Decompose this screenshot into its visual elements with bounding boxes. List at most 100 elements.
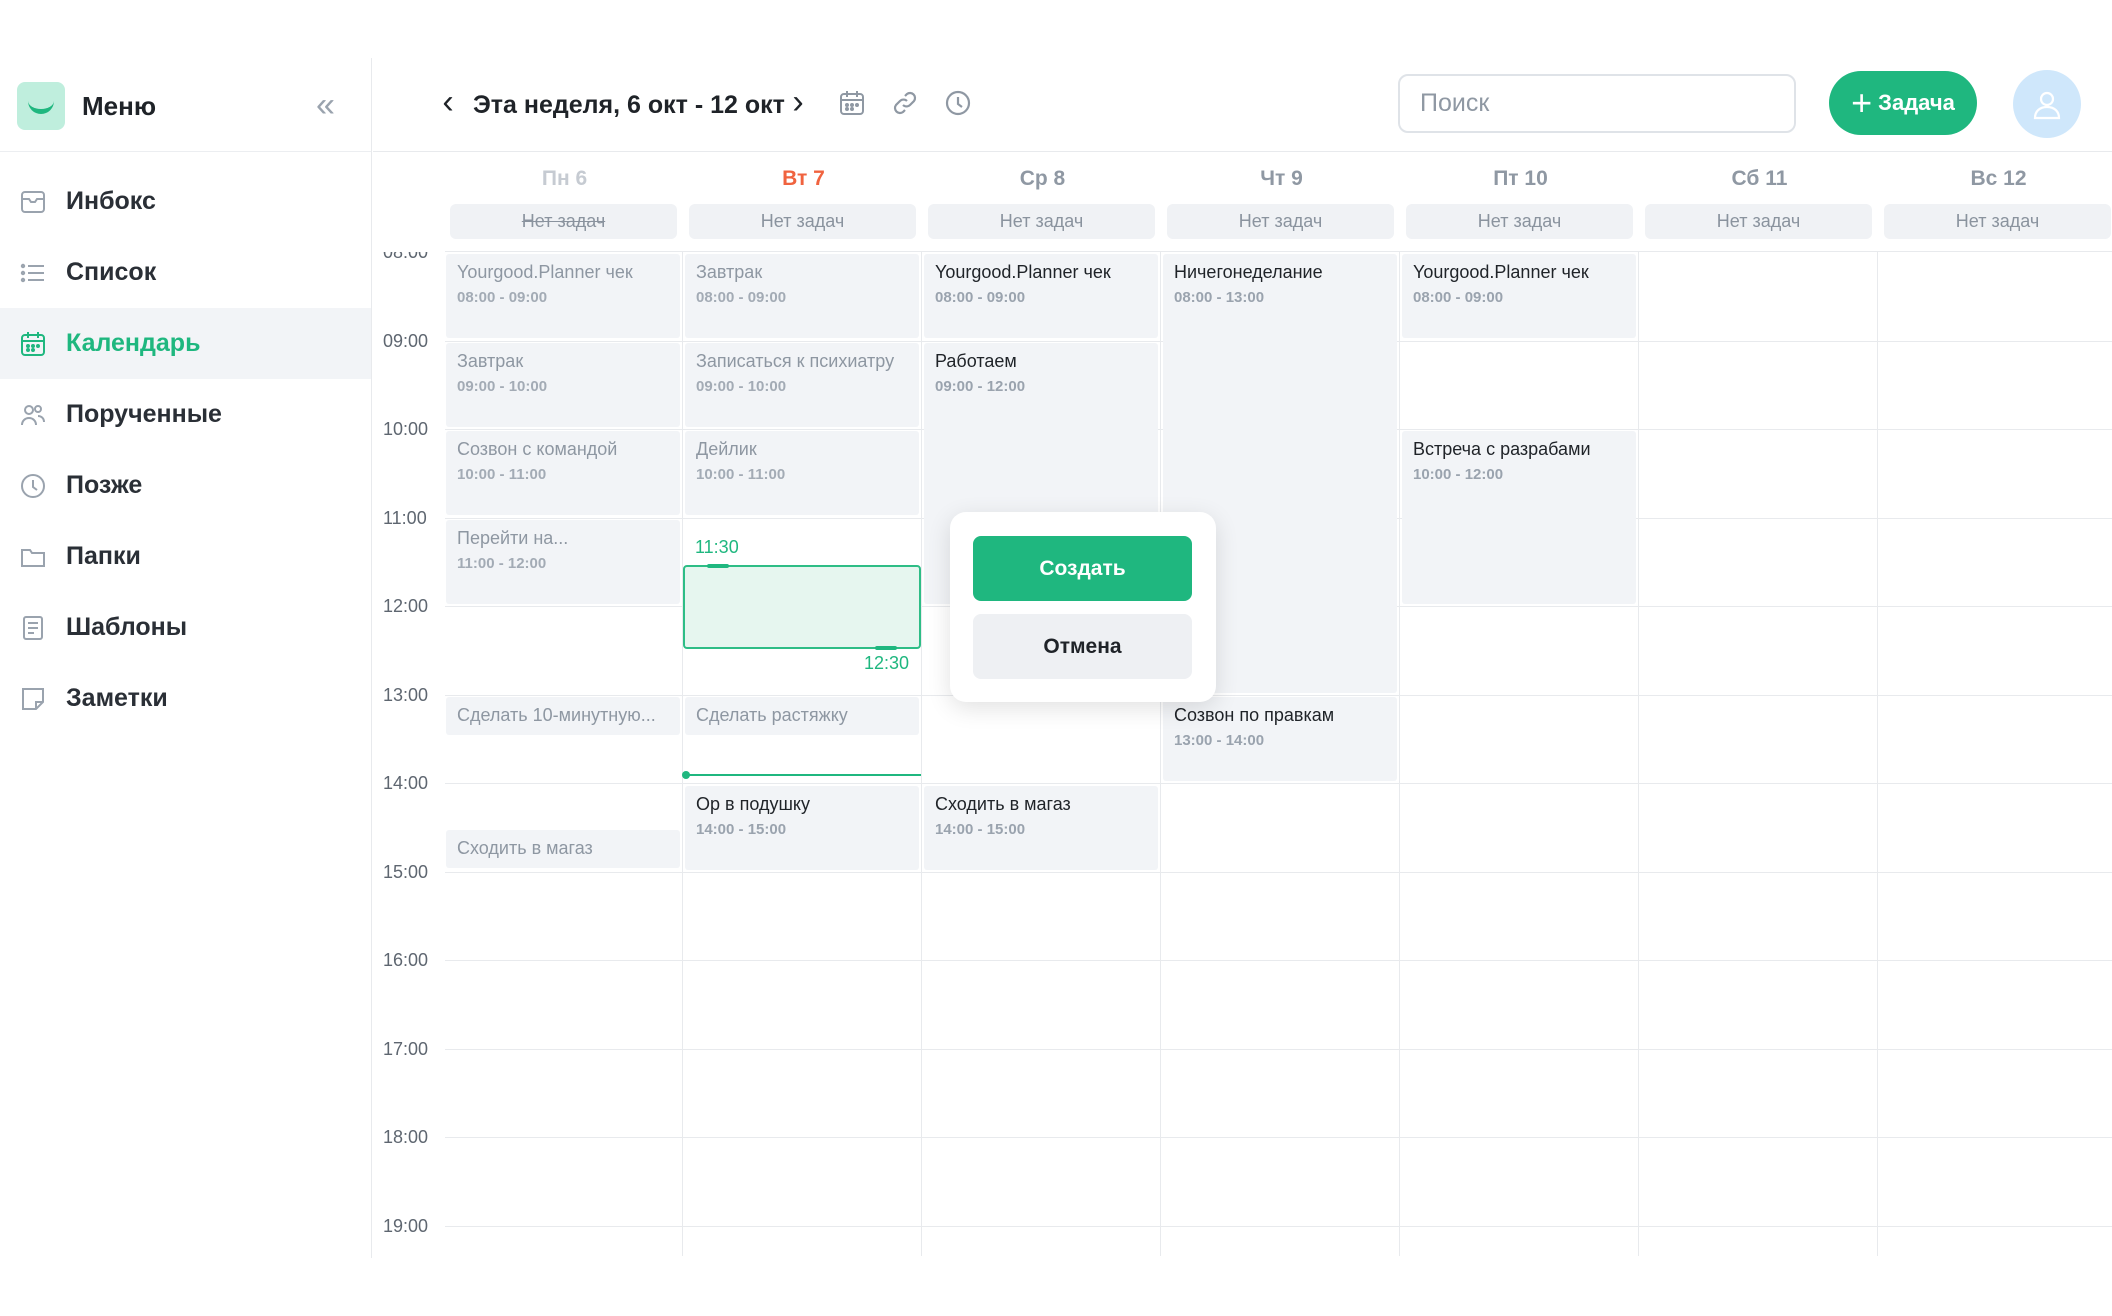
day-name: Пт 10 bbox=[1493, 167, 1548, 190]
sidebar-item-label: Список bbox=[66, 258, 157, 286]
event-card[interactable]: Созвон по правкам 13:00 - 14:00 bbox=[1163, 697, 1397, 781]
calendar-icon bbox=[18, 329, 48, 359]
sidebar-item-label: Заметки bbox=[66, 684, 168, 712]
next-week-chevron-icon[interactable]: › bbox=[783, 84, 813, 124]
event-card[interactable]: Перейти на... 11:00 - 12:00 bbox=[446, 520, 680, 604]
event-card[interactable]: Сделать растяжку bbox=[685, 697, 919, 735]
folder-icon bbox=[18, 542, 48, 572]
sidebar-item-calendar[interactable]: Календарь bbox=[0, 308, 371, 379]
link-icon[interactable] bbox=[888, 86, 922, 120]
hour-line bbox=[445, 695, 2112, 696]
event-title: Созвон по правкам bbox=[1174, 705, 1335, 725]
app-logo bbox=[17, 82, 65, 130]
prev-week-chevron-icon[interactable]: ‹ bbox=[433, 84, 463, 124]
event-card[interactable]: Yourgood.Planner чек 08:00 - 09:00 bbox=[1402, 254, 1636, 338]
clock-icon[interactable] bbox=[941, 86, 975, 120]
new-event-selection[interactable] bbox=[683, 564, 921, 650]
event-card[interactable]: Завтрак 09:00 - 10:00 bbox=[446, 343, 680, 427]
sidebar-nav: Инбокс Список Календарь Порученные Позже bbox=[0, 152, 371, 734]
create-button[interactable]: Создать bbox=[973, 536, 1192, 601]
event-card[interactable]: Записаться к психиатру 09:00 - 10:00 bbox=[685, 343, 919, 427]
event-card[interactable]: Сделать 10-минутную... bbox=[446, 697, 680, 735]
event-title: Перейти на... bbox=[457, 528, 569, 548]
event-card[interactable]: Встреча с разрабами 10:00 - 12:00 bbox=[1402, 431, 1636, 604]
sidebar-item-later[interactable]: Позже bbox=[0, 450, 371, 521]
no-tasks-chip[interactable]: Нет задач bbox=[689, 204, 916, 239]
hour-line bbox=[445, 1137, 2112, 1138]
calendar-icon[interactable] bbox=[835, 86, 869, 120]
event-time: 14:00 - 15:00 bbox=[935, 821, 1026, 838]
add-task-label: Задача bbox=[1878, 90, 1955, 115]
no-tasks-chip[interactable]: Нет задач bbox=[928, 204, 1155, 239]
event-title: Сходить в магаз bbox=[935, 794, 1071, 814]
week-title: Эта неделя, 6 окт - 12 окт bbox=[473, 91, 785, 119]
event-card[interactable]: Yourgood.Planner чек 08:00 - 09:00 bbox=[924, 254, 1158, 338]
sidebar-item-list[interactable]: Список bbox=[0, 237, 371, 308]
sidebar-item-label: Позже bbox=[66, 471, 143, 499]
time-label: 14:00 bbox=[383, 773, 429, 793]
event-card[interactable]: Созвон с командой 10:00 - 11:00 bbox=[446, 431, 680, 515]
note-icon bbox=[18, 684, 48, 714]
event-time: 09:00 - 10:00 bbox=[696, 378, 787, 395]
time-label: 19:00 bbox=[383, 1216, 429, 1236]
event-card[interactable]: Дейлик 10:00 - 11:00 bbox=[685, 431, 919, 515]
day-column-divider bbox=[1638, 252, 1639, 1256]
day-header[interactable]: Вт 7 Нет задач bbox=[684, 152, 923, 252]
event-title: Ор в подушку bbox=[696, 794, 810, 814]
event-time: 08:00 - 09:00 bbox=[457, 289, 548, 306]
document-icon bbox=[18, 613, 48, 643]
hour-line bbox=[445, 1226, 2112, 1227]
no-tasks-chip[interactable]: Нет задач bbox=[450, 204, 677, 239]
event-title: Yourgood.Planner чек bbox=[935, 262, 1111, 282]
day-header[interactable]: Вс 12 Нет задач bbox=[1879, 152, 2112, 252]
top-bar: ‹ Эта неделя, 6 окт - 12 окт › + Задача bbox=[373, 58, 2112, 152]
day-column-divider bbox=[921, 252, 922, 1256]
event-time: 08:00 - 09:00 bbox=[935, 289, 1026, 306]
sidebar-item-label: Инбокс bbox=[66, 187, 156, 215]
sidebar-header: Меню « bbox=[0, 58, 371, 152]
hour-line bbox=[445, 960, 2112, 961]
search-input[interactable] bbox=[1398, 74, 1796, 133]
day-header[interactable]: Ср 8 Нет задач bbox=[923, 152, 1162, 252]
event-card[interactable]: Сходить в магаз bbox=[446, 830, 680, 868]
event-card[interactable]: Сходить в магаз 14:00 - 15:00 bbox=[924, 786, 1158, 870]
event-title: Работаем bbox=[935, 351, 1017, 371]
sidebar: Меню « Инбокс Список Календарь Порученны… bbox=[0, 58, 372, 1258]
event-time: 08:00 - 13:00 bbox=[1174, 289, 1265, 306]
day-header[interactable]: Чт 9 Нет задач bbox=[1162, 152, 1401, 252]
event-card[interactable]: Завтрак 08:00 - 09:00 bbox=[685, 254, 919, 338]
sidebar-item-label: Календарь bbox=[66, 329, 201, 357]
event-title: Созвон с командой bbox=[457, 439, 618, 459]
no-tasks-chip[interactable]: Нет задач bbox=[1645, 204, 1872, 239]
event-card[interactable]: Ор в подушку 14:00 - 15:00 bbox=[685, 786, 919, 870]
event-card[interactable]: Yourgood.Planner чек 08:00 - 09:00 bbox=[446, 254, 680, 338]
sidebar-item-notes[interactable]: Заметки bbox=[0, 663, 371, 734]
sidebar-item-inbox[interactable]: Инбокс bbox=[0, 166, 371, 237]
resize-handle-top[interactable] bbox=[707, 564, 729, 568]
day-header[interactable]: Сб 11 Нет задач bbox=[1640, 152, 1879, 252]
no-tasks-chip[interactable]: Нет задач bbox=[1884, 204, 2111, 239]
sidebar-item-assigned[interactable]: Порученные bbox=[0, 379, 371, 450]
calendar-grid[interactable]: 08:00 09:00 10:00 11:00 12:00 13:00 14:0… bbox=[373, 252, 2112, 1256]
sidebar-item-templates[interactable]: Шаблоны bbox=[0, 592, 371, 663]
event-title: Дейлик bbox=[696, 439, 757, 459]
sidebar-item-folders[interactable]: Папки bbox=[0, 521, 371, 592]
day-header[interactable]: Пт 10 Нет задач bbox=[1401, 152, 1640, 252]
add-task-button[interactable]: + Задача bbox=[1829, 71, 1977, 135]
no-tasks-chip[interactable]: Нет задач bbox=[1406, 204, 1633, 239]
sidebar-item-label: Папки bbox=[66, 542, 141, 570]
event-time: 09:00 - 10:00 bbox=[457, 378, 548, 395]
selection-start-time: 11:30 bbox=[695, 537, 739, 557]
day-header[interactable]: Пн 6 Нет задач bbox=[445, 152, 684, 252]
event-time: 09:00 - 12:00 bbox=[935, 378, 1026, 395]
current-time-line bbox=[686, 774, 921, 776]
event-time: 10:00 - 11:00 bbox=[696, 466, 786, 483]
day-column-divider bbox=[1160, 252, 1161, 1256]
no-tasks-chip[interactable]: Нет задач bbox=[1167, 204, 1394, 239]
resize-handle-bottom[interactable] bbox=[875, 646, 897, 650]
double-chevron-left-icon[interactable]: « bbox=[316, 88, 352, 124]
time-label: 09:00 bbox=[383, 331, 429, 351]
cancel-button[interactable]: Отмена bbox=[973, 614, 1192, 679]
users-icon bbox=[18, 400, 48, 430]
avatar[interactable] bbox=[2013, 70, 2081, 138]
